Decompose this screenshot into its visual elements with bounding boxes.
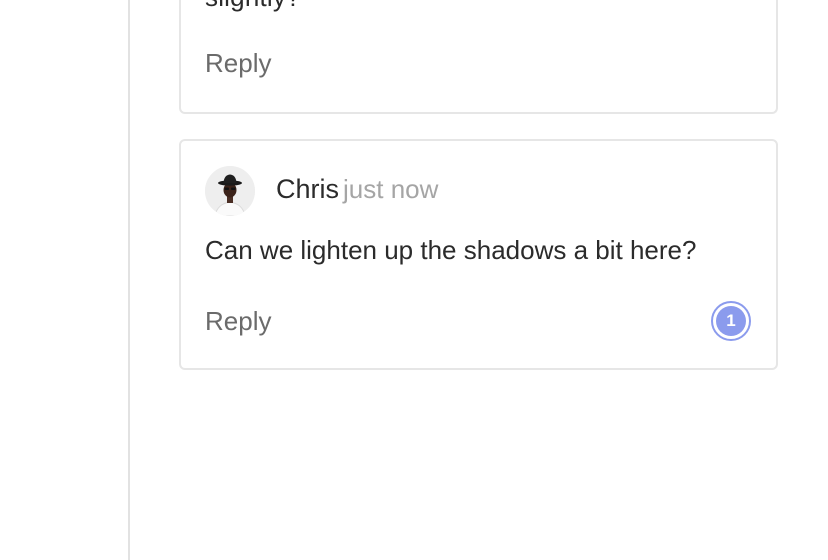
comment-author: Chris	[276, 174, 340, 204]
reply-button[interactable]: Reply	[205, 306, 271, 337]
comments-panel: slightly? Reply Chrisjust n	[0, 0, 828, 560]
previous-comment-text: slightly?	[205, 0, 301, 13]
comment-pin-badge[interactable]: 1	[711, 301, 751, 341]
thread-connector-line	[128, 0, 130, 560]
comment-body: Can we lighten up the shadows a bit here…	[205, 235, 697, 265]
comment-timestamp: just now	[343, 174, 439, 204]
user-avatar-icon[interactable]	[205, 166, 255, 216]
comment-card: Chris just now Can we lighten up the shad…	[179, 139, 778, 370]
previous-comment-card: slightly? Reply	[179, 0, 778, 114]
previous-comment-reply-button[interactable]: Reply	[205, 48, 271, 79]
comment-pin-count: 1	[716, 306, 746, 336]
avatar-illustration	[205, 166, 255, 216]
comment-header: Chris just now	[276, 174, 438, 205]
